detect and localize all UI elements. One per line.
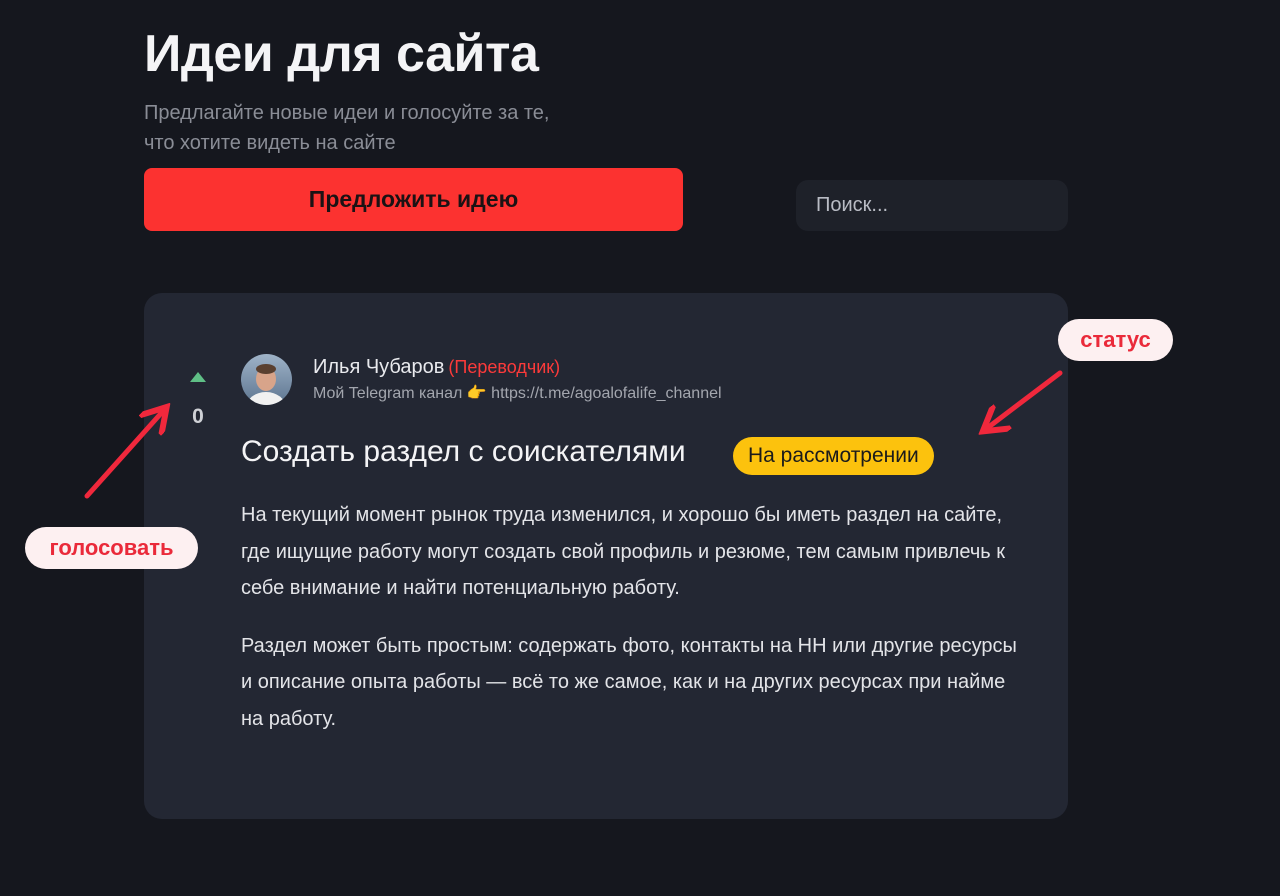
- vote-count: 0: [192, 405, 204, 428]
- page-subtitle: Предлагайте новые идеи и голосуйте за те…: [144, 102, 550, 154]
- status-annotation-label: статус: [1058, 319, 1173, 361]
- author-role: (Переводчик): [448, 357, 561, 377]
- author-bio: Мой Telegram канал 👉 https://t.me/agoalo…: [313, 385, 722, 402]
- search-input[interactable]: [796, 180, 1068, 231]
- propose-idea-button[interactable]: Предложить идею: [144, 168, 683, 231]
- author-name-text: Илья Чубаров: [313, 356, 445, 378]
- idea-paragraph: На текущий момент рынок труда изменился,…: [241, 504, 1006, 599]
- idea-description: На текущий момент рынок труда изменился,…: [241, 497, 1021, 758]
- idea-card: 0 Илья Чубаров (Переводчик) Мой Telegram …: [144, 293, 1068, 819]
- upvote-icon[interactable]: [189, 371, 207, 383]
- page-title: Идеи для сайта: [144, 25, 539, 83]
- idea-paragraph: Раздел может быть простым: содержать фот…: [241, 634, 1017, 730]
- status-badge: На рассмотрении: [733, 437, 934, 475]
- vote-annotation-label: голосовать: [25, 527, 198, 569]
- idea-title[interactable]: Создать раздел с соискателями: [241, 435, 686, 469]
- avatar[interactable]: [241, 354, 292, 405]
- author-name[interactable]: Илья Чубаров (Переводчик): [313, 356, 560, 379]
